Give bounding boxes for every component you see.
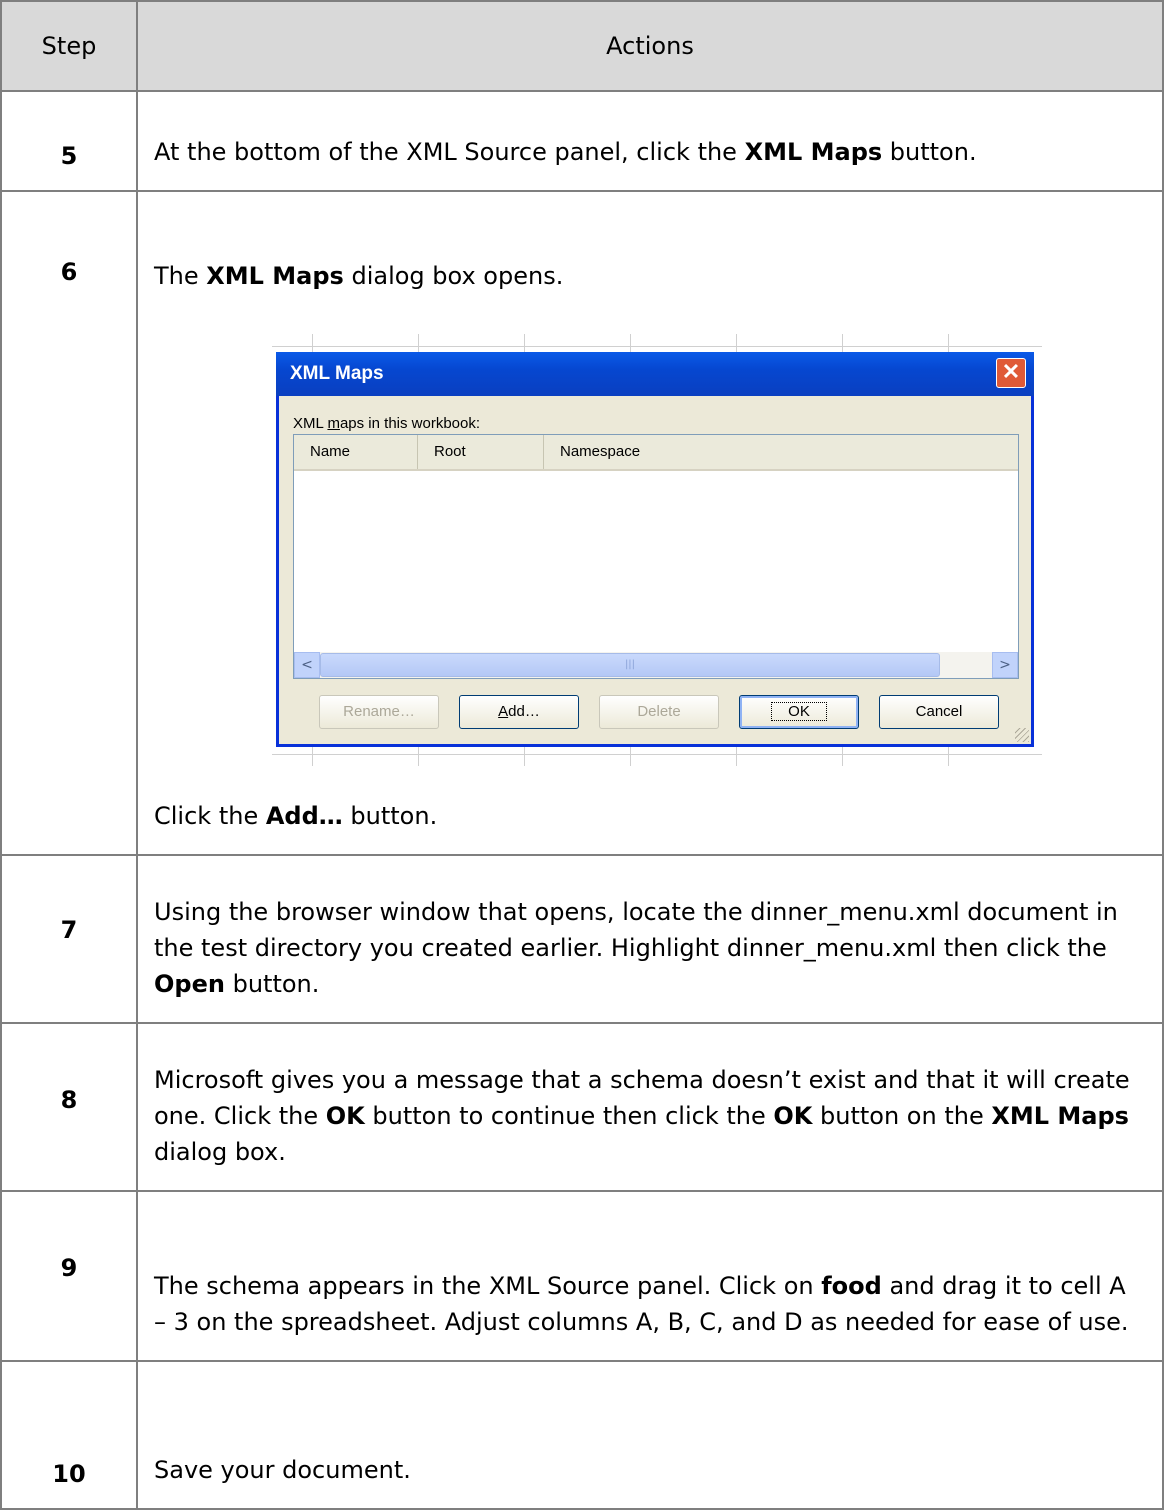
step-6-outro: Click the Add… button. — [154, 802, 438, 830]
step-number: 9 — [0, 1190, 138, 1362]
header-step: Step — [0, 0, 138, 92]
add-button[interactable]: Add… — [459, 695, 579, 729]
scroll-right-icon[interactable]: > — [992, 652, 1018, 678]
step-text: The schema appears in the XML Source pan… — [136, 1190, 1164, 1362]
step-text: The XML Maps dialog box opens. XML Maps … — [136, 190, 1164, 856]
dialog-title: XML Maps — [290, 363, 384, 384]
step-number: 6 — [0, 190, 138, 856]
step-text: Save your document. — [136, 1360, 1164, 1510]
step-number: 8 — [0, 1022, 138, 1192]
close-icon[interactable]: ✕ — [996, 358, 1026, 388]
step-row-7: 7 Using the browser window that opens, l… — [0, 854, 1164, 1024]
list-column-headers: Name Root Namespace — [294, 435, 1018, 471]
step-text: At the bottom of the XML Source panel, c… — [136, 90, 1164, 192]
resize-grip-icon[interactable] — [1015, 728, 1029, 742]
steps-table: Step Actions 5 At the bottom of the XML … — [0, 0, 1164, 1510]
dialog-title-bar: XML Maps ✕ — [276, 352, 1034, 396]
step-text: Microsoft gives you a message that a sch… — [136, 1022, 1164, 1192]
scroll-thumb[interactable]: ||| — [320, 653, 940, 677]
step-text: Using the browser window that opens, loc… — [136, 854, 1164, 1024]
scroll-track[interactable] — [940, 652, 992, 678]
step-number: 10 — [0, 1360, 138, 1510]
column-name[interactable]: Name — [294, 435, 418, 469]
rename-button[interactable]: Rename… — [319, 695, 439, 729]
step-number: 5 — [0, 90, 138, 192]
step-6-intro: The XML Maps dialog box opens. — [154, 262, 564, 290]
step-row-9: 9 The schema appears in the XML Source p… — [0, 1190, 1164, 1362]
xml-maps-screenshot: XML Maps ✕ XML maps in this workbook: Na… — [272, 334, 1042, 766]
cancel-button[interactable]: Cancel — [879, 695, 999, 729]
xml-maps-list[interactable]: Name Root Namespace < ||| > — [293, 434, 1019, 679]
header-actions: Actions — [136, 0, 1164, 92]
step-number: 7 — [0, 854, 138, 1024]
scroll-left-icon[interactable]: < — [294, 652, 320, 678]
column-root[interactable]: Root — [418, 435, 544, 469]
xml-maps-dialog: XML Maps ✕ XML maps in this workbook: Na… — [276, 352, 1034, 747]
header-row: Step Actions — [0, 0, 1164, 92]
dialog-buttons: Rename… Add… Delete OK Cancel — [319, 695, 999, 729]
column-namespace[interactable]: Namespace — [544, 435, 1018, 469]
step-row-8: 8 Microsoft gives you a message that a s… — [0, 1022, 1164, 1192]
ok-button[interactable]: OK — [739, 695, 859, 729]
step-row-6: 6 The XML Maps dialog box opens. XML Map… — [0, 190, 1164, 856]
delete-button[interactable]: Delete — [599, 695, 719, 729]
horizontal-scrollbar[interactable]: < ||| > — [294, 652, 1018, 678]
step-row-10: 10 Save your document. — [0, 1360, 1164, 1510]
step-row-5: 5 At the bottom of the XML Source panel,… — [0, 90, 1164, 192]
